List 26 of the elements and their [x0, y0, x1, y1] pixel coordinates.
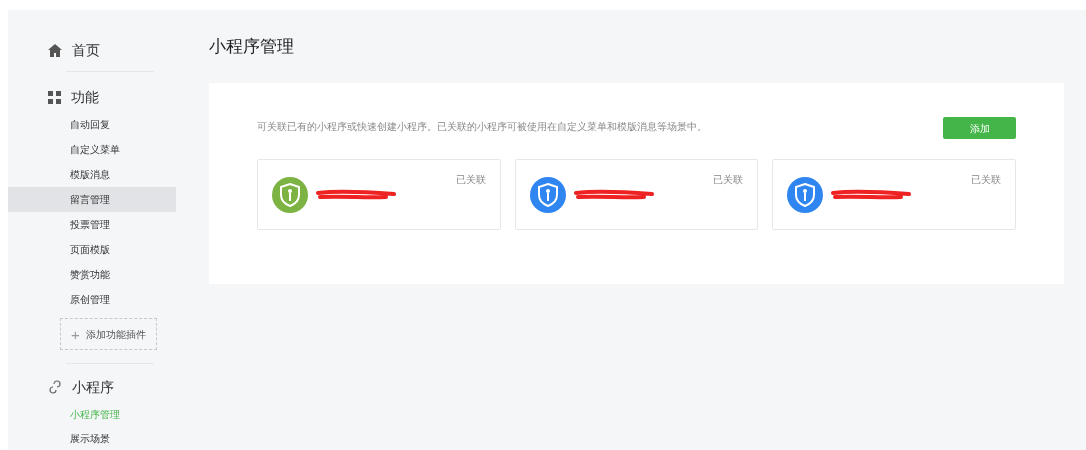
- section-title[interactable]: 首页: [72, 39, 100, 61]
- grid-icon: [48, 90, 61, 104]
- link-icon: [48, 380, 62, 394]
- sidebar-item[interactable]: 模版消息: [8, 162, 176, 187]
- sidebar-item[interactable]: 赞赏功能: [8, 262, 176, 287]
- status-label: 已关联: [971, 173, 1001, 187]
- add-plugin-button[interactable]: + 添加功能插件: [60, 318, 157, 350]
- sidebar-item[interactable]: 原创管理: [8, 287, 176, 312]
- sidebar-item[interactable]: 页面模版: [8, 237, 176, 262]
- mini-program-card[interactable]: 已关联: [514, 159, 759, 230]
- sidebar-item[interactable]: 投票管理: [8, 212, 176, 237]
- status-label: 已关联: [455, 173, 486, 187]
- add-plugin-label: 添加功能插件: [85, 327, 146, 342]
- page-title: 小程序管理: [209, 36, 295, 58]
- mini-program-card[interactable]: 已关联: [257, 159, 501, 230]
- sidebar-item[interactable]: 自动回复: [8, 112, 176, 137]
- status-label: 已关联: [713, 173, 744, 187]
- home-icon: [48, 43, 62, 57]
- mini-program-card[interactable]: 已关联: [772, 159, 1016, 230]
- plus-icon: +: [71, 326, 80, 342]
- sidebar-item[interactable]: 自定义菜单: [8, 137, 176, 162]
- sidebar-item[interactable]: 留言管理: [8, 187, 176, 212]
- sidebar-item[interactable]: 展示场景: [8, 426, 176, 450]
- description-text: 可关联已有的小程序或快速创建小程序。已关联的小程序可被使用在自定义菜单和模版消息等场景中。: [257, 120, 707, 134]
- section-title[interactable]: 小程序: [72, 376, 114, 398]
- section-title[interactable]: 功能: [71, 86, 99, 108]
